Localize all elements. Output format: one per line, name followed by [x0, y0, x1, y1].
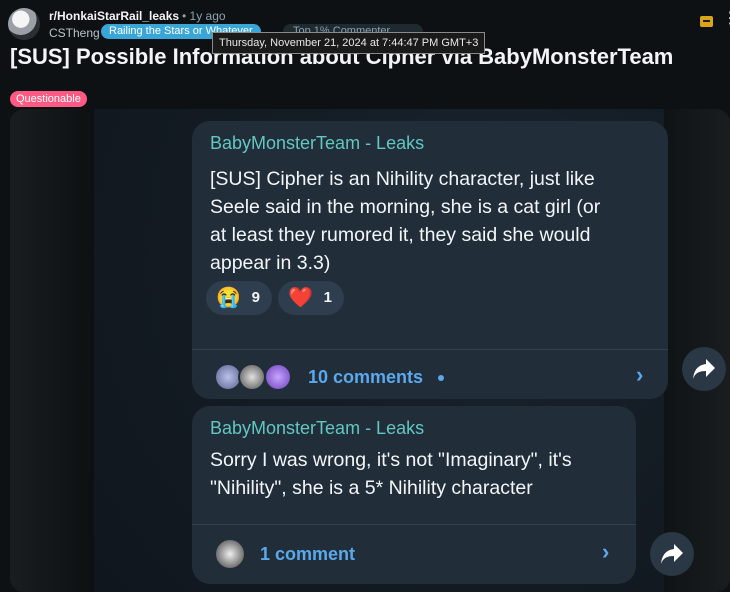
- crying-face-icon: 😭: [216, 287, 241, 309]
- share-icon: [650, 532, 694, 576]
- post-flair-tag[interactable]: Questionable: [10, 91, 87, 107]
- post-author[interactable]: CSTheng: [49, 26, 100, 40]
- message-author: BabyMonsterTeam - Leaks: [210, 133, 425, 153]
- comments-link: 1 comment: [260, 544, 356, 564]
- post-image[interactable]: BabyMonsterTeam - Leaks [SUS] Cipher is …: [10, 109, 730, 592]
- commenter-avatar: [214, 538, 246, 570]
- commenter-avatar: [264, 363, 292, 391]
- subreddit-avatar[interactable]: [8, 8, 40, 40]
- message-divider: [192, 524, 636, 525]
- reaction-heart: ❤️ 1: [278, 281, 344, 315]
- message-author: BabyMonsterTeam - Leaks: [210, 418, 425, 438]
- reaction-count: 1: [323, 289, 332, 306]
- post-age: • 1y ago: [182, 9, 226, 23]
- message-text: [SUS] Cipher is an Nihility character, j…: [210, 168, 601, 274]
- reaction-crying: 😭 9: [206, 281, 272, 315]
- timestamp-tooltip: Thursday, November 21, 2024 at 7:44:47 P…: [212, 32, 486, 54]
- screenshot-panel: BabyMonsterTeam - Leaks [SUS] Cipher is …: [94, 109, 726, 592]
- heart-icon: ❤️: [288, 287, 313, 309]
- reaction-count: 9: [251, 289, 260, 306]
- share-icon: [682, 347, 726, 391]
- message-divider: [192, 349, 668, 350]
- archive-icon: [700, 16, 713, 27]
- unread-dot: [438, 375, 444, 381]
- message-text: Sorry I was wrong, it's not "Imaginary",…: [210, 449, 572, 499]
- message-bubble-2: BabyMonsterTeam - Leaks Sorry I was wron…: [192, 406, 636, 584]
- message-bubble-1: BabyMonsterTeam - Leaks [SUS] Cipher is …: [192, 121, 668, 399]
- comments-link: 10 comments: [308, 367, 424, 387]
- chevron-right-icon: ›: [602, 539, 610, 564]
- subreddit-name[interactable]: r/HonkaiStarRail_leaks: [49, 9, 179, 23]
- chevron-right-icon: ›: [636, 362, 644, 387]
- commenter-avatar: [238, 363, 266, 391]
- more-options-icon[interactable]: ⋮: [722, 11, 730, 27]
